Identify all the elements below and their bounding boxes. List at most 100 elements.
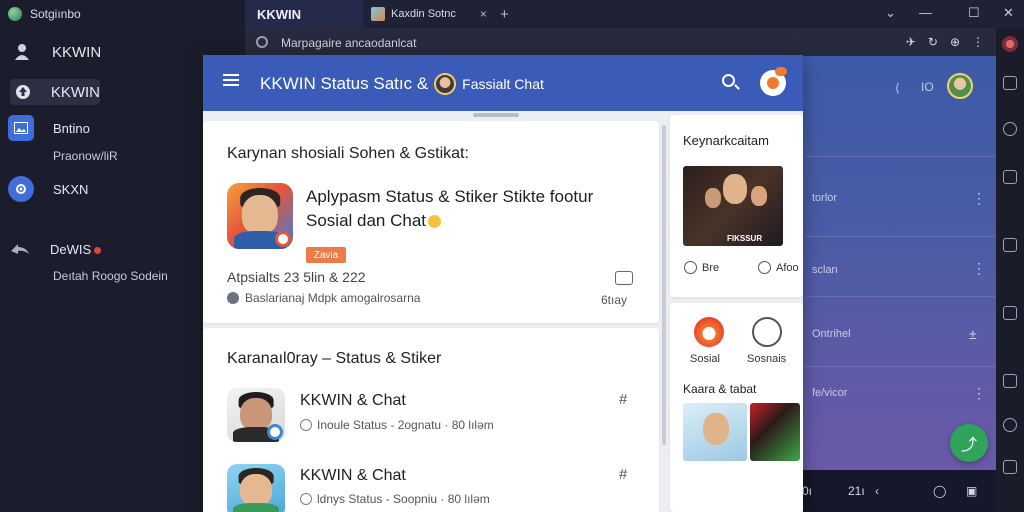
settings-icon[interactable] (1003, 306, 1017, 320)
section-title: Kaara & tabat (683, 382, 757, 396)
minimize-icon[interactable]: — (919, 5, 932, 20)
scrollbar[interactable] (662, 125, 666, 445)
more-icon[interactable]: ⋮ (972, 260, 986, 277)
bg-label: torlor (812, 192, 838, 204)
profile-icon[interactable] (1002, 36, 1018, 52)
sidebar-account-name: KKWIN (52, 43, 102, 61)
app-bar: KKWIN Status Satıc & Fassialt Chat (203, 55, 803, 111)
screen-icon[interactable] (1003, 238, 1017, 252)
save-icon[interactable]: ▣ (966, 484, 977, 498)
video-thumbnail[interactable]: FIKSSUR (683, 166, 783, 246)
panel-icon[interactable] (1003, 170, 1017, 184)
featured-heading: Karynan shosiali Sohen & Gstikat: (227, 145, 469, 162)
section-heading: Karanaıl0ray – Status & Stiker (227, 350, 442, 367)
drag-handle[interactable] (473, 113, 519, 117)
image-icon (8, 115, 34, 141)
status-icon (300, 419, 312, 431)
chevron-down-icon[interactable]: ⌄ (885, 5, 896, 21)
user-icon (10, 40, 34, 64)
pin-icon[interactable]: ✈ (906, 35, 916, 49)
divider (805, 156, 995, 157)
address-input[interactable]: Marpagaire ancaodanlcat (281, 36, 416, 50)
share-fab-button[interactable]: ⤴ (950, 424, 988, 462)
bg-label: Ontrihel (812, 328, 851, 340)
speaker-icon[interactable] (752, 317, 782, 347)
back-icon[interactable]: ‹ (875, 484, 879, 498)
app-title-text: KKWIN Status Satıc & (260, 74, 429, 93)
featured-tag: Zavia (306, 247, 346, 263)
sidebar-app-name: Sotgiınbo (30, 7, 81, 21)
tab-kkwin[interactable]: KKWIN (245, 0, 363, 28)
download-icon[interactable] (615, 271, 633, 285)
thumbnail-label: FIKSSUR (727, 234, 763, 243)
rotate-icon[interactable] (1003, 418, 1017, 432)
reload-icon[interactable]: ↻ (928, 35, 938, 49)
tab-second[interactable]: Kaxdin Sotnc × (365, 0, 497, 28)
extension-icon[interactable]: ⊕ (950, 35, 960, 49)
new-tab-icon[interactable]: + (500, 6, 509, 23)
featured-title-line1: Aplypasm Status & Stiker Stikte footur (306, 187, 594, 206)
menu-icon[interactable] (223, 74, 239, 86)
tab-label: Kaxdin Sotnc (391, 8, 456, 20)
more-icon[interactable]: ⋮ (972, 385, 986, 402)
recommend-card[interactable]: Keynarkcaitam FIKSSUR Bre Afoo (670, 115, 803, 297)
add-icon[interactable]: ± (969, 326, 977, 342)
sidebar-item-skxn[interactable]: SKXN (8, 176, 88, 202)
account-icon[interactable] (760, 67, 787, 96)
close-window-icon[interactable]: ✕ (1003, 5, 1014, 21)
search-icon[interactable] (722, 74, 735, 87)
bg-label: fe/vicor (812, 387, 848, 399)
list-item-title: KKWIN & Chat (300, 392, 406, 409)
bg-top-label: IO (921, 80, 934, 94)
action-bre[interactable]: Bre (684, 261, 719, 274)
status-icon (300, 493, 312, 505)
more-icon[interactable]: ⋮ (972, 190, 986, 207)
avatar (434, 73, 457, 95)
featured-app-icon[interactable] (227, 183, 293, 249)
menu-dots-icon[interactable]: ⋮ (972, 35, 984, 49)
bottom-item[interactable]: 21ı (848, 484, 865, 498)
list-item-title: KKWIN & Chat (300, 467, 406, 484)
sidebar-sub-label: Praonow/liR (53, 149, 118, 163)
sosial-app-icon[interactable] (694, 317, 724, 347)
photo-thumbnail[interactable] (683, 403, 747, 461)
action-afoo[interactable]: Afoo (758, 261, 799, 274)
fullscreen-icon[interactable] (1003, 460, 1017, 474)
sidebar-item-label: Bntino (53, 120, 90, 136)
sidebar-header: Sotgiınbo (0, 0, 245, 28)
sidebar-item-label: KKWIN (50, 83, 100, 101)
list-item-badge[interactable]: # (619, 391, 627, 408)
sidebar-sub-label: Deıtah Roogo Sodein (53, 269, 168, 283)
social-label: Sosial (690, 353, 720, 365)
featured-meta-right: 6tıay (601, 293, 628, 307)
featured-card[interactable]: Karynan shosiali Sohen & Gstikat: Aplypa… (203, 121, 659, 323)
avatar[interactable] (947, 73, 973, 99)
emoji-icon (428, 215, 442, 229)
sidebar-item-home[interactable]: KKWIN (10, 79, 100, 105)
featured-meta: Atpsialts 23 5lin & 222 (227, 269, 366, 285)
app-title-suffix: Fassialt Chat (462, 76, 544, 92)
sidebar-item-label: DeWIS (50, 241, 92, 257)
divider (805, 366, 995, 367)
list-app-icon[interactable] (227, 388, 285, 442)
close-tab-icon[interactable]: × (480, 7, 487, 21)
sidebar-account[interactable]: KKWIN (10, 40, 101, 64)
bookmark-icon[interactable] (1003, 76, 1017, 90)
divider (805, 236, 995, 237)
share-icon[interactable]: ⟨ (895, 81, 900, 95)
site-info-icon[interactable] (256, 36, 268, 48)
list-item-badge[interactable]: # (619, 466, 627, 483)
home-circle-icon[interactable]: ◯ (933, 484, 946, 498)
list-item-sub: ldnys Status - Soopniu · 80 lıləm (317, 492, 490, 506)
list-app-icon[interactable] (227, 464, 285, 512)
tab-label: KKWIN (257, 6, 302, 22)
note-icon[interactable] (1003, 374, 1017, 388)
maximize-icon[interactable]: ☐ (968, 5, 980, 21)
sidebar-item-bntino[interactable]: Bntino (8, 115, 90, 141)
history-icon[interactable] (1003, 122, 1017, 136)
action-label: Bre (702, 261, 720, 274)
gear-icon (8, 176, 34, 202)
social-label: Sosnais (747, 353, 787, 365)
sidebar-item-dewis[interactable]: DeWIS (8, 237, 102, 261)
photo-thumbnail[interactable] (750, 403, 800, 461)
